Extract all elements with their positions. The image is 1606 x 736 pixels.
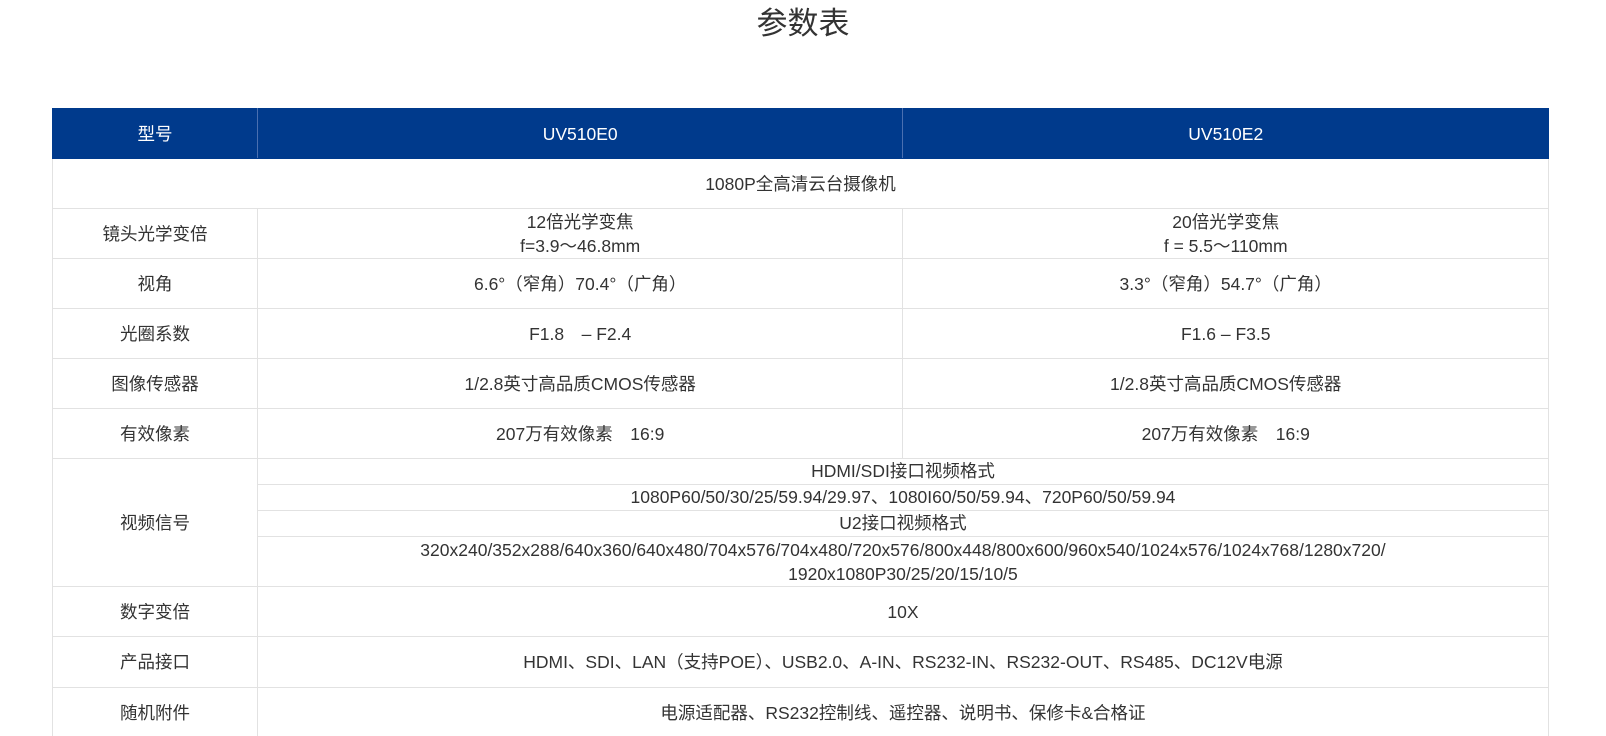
row-label: 光圈系数	[52, 308, 258, 359]
table-row-lens: 镜头光学变倍 12倍光学变焦 f=3.9～46.8mm 20倍光学变焦 f = …	[52, 208, 1549, 259]
table-row-accessories: 随机附件 电源适配器、RS232控制线、遥控器、说明书、保修卡&合格证	[52, 687, 1550, 736]
header-model-a-cell: UV510E0	[256, 108, 904, 159]
fov-model-b-cell: 3.3°（窄角）54.7°（广角）	[902, 258, 1549, 309]
row-label: 产品接口	[52, 636, 258, 688]
video-u2-formats: 320x240/352x288/640x360/640x480/704x576/…	[258, 537, 1548, 586]
video-signal-cell: HDMI/SDI接口视频格式 1080P60/50/30/25/59.94/29…	[256, 458, 1550, 587]
aperture-model-b-cell: F1.6 – F3.5	[902, 308, 1549, 359]
lens-a-focal: f=3.9～46.8mm	[520, 235, 641, 256]
pixels-model-b-cell: 207万有效像素 16:9	[902, 408, 1549, 459]
row-label: 视频信号	[52, 458, 258, 587]
accessories-cell: 电源适配器、RS232控制线、遥控器、说明书、保修卡&合格证	[256, 687, 1550, 736]
lens-a-zoom: 12倍光学变焦	[526, 211, 634, 232]
sensor-model-b-cell: 1/2.8英寸高品质CMOS传感器	[902, 358, 1549, 409]
table-row-interfaces: 产品接口 HDMI、SDI、LAN（支持POE）、USB2.0、A-IN、RS2…	[52, 636, 1550, 688]
page-title: 参数表	[756, 6, 850, 41]
aperture-model-a-cell: F1.8 – F2.4	[256, 308, 904, 359]
table-row-product-name: 1080P全高清云台摄像机	[52, 158, 1549, 209]
lens-model-b-cell: 20倍光学变焦 f = 5.5～110mm	[902, 208, 1549, 259]
table-row-fov: 视角 6.6°（窄角）70.4°（广角） 3.3°（窄角）54.7°（广角）	[52, 258, 1549, 309]
table-row-aperture: 光圈系数 F1.8 – F2.4 F1.6 – F3.5	[52, 308, 1549, 359]
row-label: 数字变倍	[52, 586, 258, 637]
spec-page: 参数表 型号 UV510E0 UV510E2 1080P全高清云台摄像机 镜头光…	[0, 0, 1606, 736]
video-u2-heading: U2接口视频格式	[257, 511, 1548, 537]
video-signal-stack: HDMI/SDI接口视频格式 1080P60/50/30/25/59.94/29…	[257, 459, 1548, 586]
header-model-b-cell: UV510E2	[902, 108, 1549, 159]
table-row-pixels: 有效像素 207万有效像素 16:9 207万有效像素 16:9	[52, 408, 1549, 459]
header-label-cell: 型号	[52, 108, 258, 159]
row-label: 镜头光学变倍	[52, 208, 258, 259]
lens-model-a-cell: 12倍光学变焦 f=3.9～46.8mm	[256, 208, 904, 259]
spec-table: 型号 UV510E0 UV510E2 1080P全高清云台摄像机 镜头光学变倍 …	[52, 108, 1550, 736]
pixels-model-a-cell: 207万有效像素 16:9	[256, 408, 904, 459]
product-name-cell: 1080P全高清云台摄像机	[52, 158, 1549, 209]
digital-zoom-cell: 10X	[256, 586, 1550, 637]
row-label: 随机附件	[52, 687, 258, 736]
table-row-digital-zoom: 数字变倍 10X	[52, 586, 1550, 637]
table-row-video-signal: 视频信号 HDMI/SDI接口视频格式 1080P60/50/30/25/59.…	[52, 458, 1550, 587]
fov-model-a-cell: 6.6°（窄角）70.4°（广角）	[256, 258, 904, 309]
video-hdmi-sdi-formats: 1080P60/50/30/25/59.94/29.97、1080I60/50/…	[257, 485, 1548, 511]
row-label: 有效像素	[52, 408, 258, 459]
row-label: 视角	[52, 258, 258, 309]
sensor-model-a-cell: 1/2.8英寸高品质CMOS传感器	[256, 358, 904, 409]
video-u2-formats-line1: 320x240/352x288/640x360/640x480/704x576/…	[420, 540, 1386, 560]
table-row-sensor: 图像传感器 1/2.8英寸高品质CMOS传感器 1/2.8英寸高品质CMOS传感…	[52, 358, 1549, 409]
video-hdmi-sdi-heading: HDMI/SDI接口视频格式	[257, 459, 1548, 485]
row-label: 图像传感器	[52, 358, 258, 409]
lens-b-focal: f = 5.5～110mm	[1163, 235, 1288, 256]
lens-b-zoom: 20倍光学变焦	[1172, 211, 1280, 232]
table-header-row: 型号 UV510E0 UV510E2	[52, 108, 1549, 159]
interfaces-cell: HDMI、SDI、LAN（支持POE）、USB2.0、A-IN、RS232-IN…	[256, 636, 1550, 688]
video-u2-formats-line2: 1920x1080P30/25/20/15/10/5	[788, 564, 1018, 584]
